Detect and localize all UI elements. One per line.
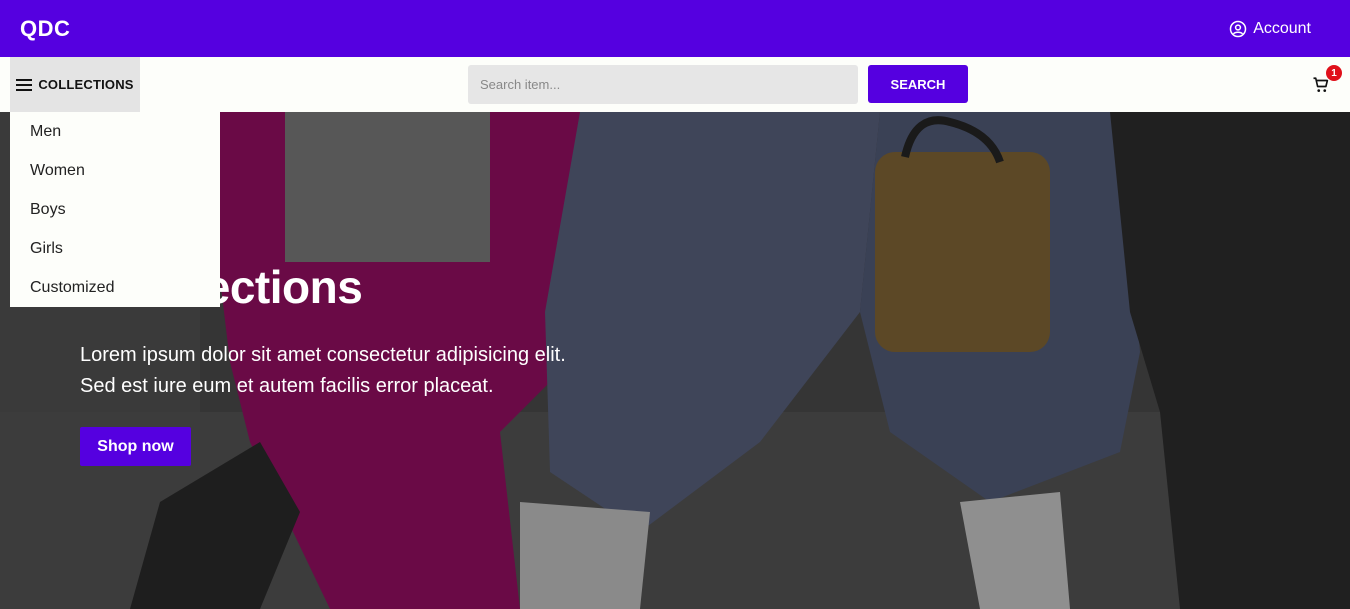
account-circle-icon (1229, 20, 1247, 38)
top-app-bar: QDC Account (0, 0, 1350, 57)
account-label: Account (1253, 19, 1311, 37)
shop-now-button[interactable]: Shop now (80, 427, 191, 466)
account-button[interactable]: Account (1229, 20, 1311, 38)
hamburger-menu-icon (16, 78, 33, 91)
logo[interactable]: QDC (20, 16, 70, 42)
navbar: COLLECTIONS SEARCH (0, 57, 1350, 112)
shopping-cart-icon[interactable] (1312, 76, 1330, 94)
search-button[interactable]: SEARCH (868, 65, 968, 103)
collections-dropdown: Men Women Boys Girls Customized (10, 112, 220, 307)
dropdown-item-boys[interactable]: Boys (10, 190, 220, 229)
search-input[interactable] (468, 65, 858, 104)
dropdown-item-men[interactable]: Men (10, 112, 220, 151)
dropdown-item-customized[interactable]: Customized (10, 268, 220, 307)
dropdown-item-girls[interactable]: Girls (10, 229, 220, 268)
collections-menu-button[interactable]: COLLECTIONS (10, 57, 140, 112)
dropdown-item-women[interactable]: Women (10, 151, 220, 190)
collections-label: COLLECTIONS (38, 77, 134, 92)
cart-badge: 1 (1326, 65, 1342, 81)
hero-description: Lorem ipsum dolor sit amet consectetur a… (80, 344, 566, 397)
